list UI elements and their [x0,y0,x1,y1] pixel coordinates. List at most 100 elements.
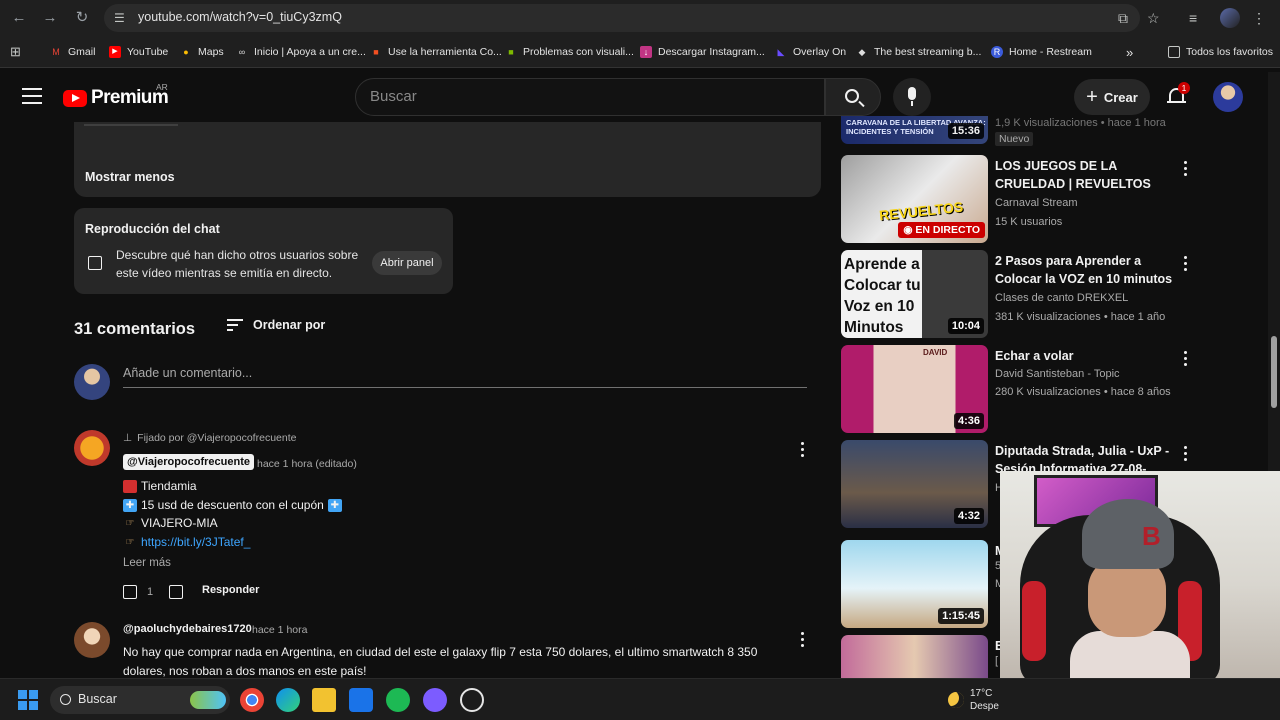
discord-icon[interactable] [423,688,447,712]
url-text[interactable]: youtube.com/watch?v=0_tiuCy3zmQ [138,10,342,24]
recommendation-thumbnail[interactable]: 4:32 [841,440,988,528]
search-input[interactable] [370,88,810,105]
search-button[interactable] [825,78,881,116]
scrollbar-thumb[interactable] [1271,336,1277,408]
site-info-icon[interactable]: ☰ [114,10,130,26]
forward-arrow-icon[interactable]: → [40,8,60,28]
windows-taskbar: 17°C Despe [0,678,1280,720]
red-square-icon [123,479,137,493]
browser-menu-icon[interactable]: ⋮ [1252,8,1266,28]
comment-menu-icon[interactable] [801,632,805,648]
diamond-icon: ◆ [858,47,866,57]
bookmark-star-icon[interactable]: ☆ [1147,8,1160,28]
bookmark-gmail[interactable]: M Gmail [50,44,95,60]
comment-author-avatar[interactable] [74,622,110,658]
comment-time[interactable]: hace 1 hora [252,624,307,636]
recommendation-thumbnail[interactable]: 1:15:45 [841,540,988,628]
recommendation-menu-icon[interactable] [1184,256,1188,272]
restream-icon: R [991,46,1003,58]
all-bookmarks[interactable]: Todos los favoritos [1168,44,1273,60]
comment-author-handle[interactable]: @paoluchydebaires1720 [123,623,252,635]
edge-taskbar-icon[interactable] [276,688,300,712]
back-arrow-icon[interactable]: ← [9,8,29,28]
microsoft-icon: ■ [373,47,379,57]
recommendation-channel[interactable]: Clases de canto DREKXEL [995,292,1128,304]
file-explorer-icon[interactable] [312,688,336,712]
recommendation-channel[interactable]: David Santisteban - Topic [995,368,1120,380]
outlook-icon[interactable] [349,688,373,712]
pointing-hand-icon: ☞ [125,517,135,529]
bookmark-youtube[interactable]: ▶ YouTube [109,44,168,60]
recommendation-channel[interactable]: [ [995,655,998,667]
bookmark-apoya[interactable]: ∞ Inicio | Apoya a un cre... [236,44,366,60]
bookmarks-bar: ⊞ M Gmail ▶ YouTube ● Maps ∞ Inicio | Apoya … [0,36,1280,68]
reload-icon[interactable]: ↻ [72,8,92,28]
bookmarks-overflow-icon[interactable]: » [1126,44,1133,60]
show-less-button[interactable]: Mostrar menos [85,170,175,184]
bookmark-overlay[interactable]: ◣ Overlay On [775,44,847,60]
bookmark-label: Home - Restream [1009,46,1092,58]
youtube-premium-logo[interactable]: Premium AR [63,82,169,109]
chrome-taskbar-icon[interactable] [240,688,264,712]
taskbar-search-input[interactable] [78,692,188,706]
bookmark-maps[interactable]: ● Maps [180,44,223,60]
search-highlight-icon[interactable] [190,691,226,709]
recommendation-item[interactable]: REVUELTOS ◉ EN DIRECTO LOS JUEGOS DE LA … [841,155,1189,243]
pointing-hand-icon: ☞ [125,536,135,548]
recommendation-menu-icon[interactable] [1184,446,1188,462]
bookmark-label: Gmail [68,46,96,58]
install-app-icon[interactable]: ⧉ [1118,8,1128,28]
recommendation-thumbnail[interactable]: CARAVANA DE LA LIBERTAD AVANZA: INCIDENT… [841,116,988,144]
menu-icon[interactable] [22,88,42,104]
moon-icon [948,692,964,708]
windows-start-icon[interactable] [18,690,38,710]
bookmark-microsoft-1[interactable]: ■ Use la herramienta Co... [370,44,502,60]
obs-icon[interactable] [460,688,484,712]
weather-text: 17°C Despe [970,687,999,713]
create-button[interactable]: + Crear [1074,79,1150,115]
recommendation-thumbnail[interactable] [841,635,988,678]
bookmark-restream[interactable]: R Home - Restream [991,44,1092,60]
recommendation-menu-icon[interactable] [1184,161,1188,177]
read-more-link[interactable]: Leer más [123,557,171,569]
recommendation-thumbnail[interactable]: Aprende a Colocar tu Voz en 10 Minutos 1… [841,250,988,338]
like-icon[interactable] [123,585,137,599]
reading-list-icon[interactable]: ≡ [1189,8,1197,28]
overlay-icon: ◣ [777,47,785,57]
bookmark-streaming[interactable]: ◆ The best streaming b... [856,44,982,60]
recommendation-title[interactable]: 2 Pasos para Aprender a Colocar la VOZ e… [995,252,1173,288]
browser-profile-avatar[interactable] [1220,8,1240,28]
spotify-icon[interactable] [386,688,410,712]
recommendation-title[interactable]: LOS JUEGOS DE LA CRUELDAD | REVUELTOS [995,157,1173,193]
bookmark-label: Inicio | Apoya a un cre... [254,46,366,58]
reply-button[interactable]: Responder [202,584,259,596]
apps-grid-icon[interactable]: ⊞ [10,44,21,60]
chat-icon [88,256,102,270]
comment-author-avatar[interactable] [74,430,110,466]
pinned-label: ⊥ Fijado por @Viajeropocofrecuente [123,432,296,444]
youtube-header: Premium AR + Crear 1 [0,72,1280,122]
account-avatar[interactable] [1213,82,1243,112]
address-bar[interactable]: ☰ youtube.com/watch?v=0_tiuCy3zmQ [104,4,1140,32]
comment-link[interactable]: https://bit.ly/3JTatef_ [141,535,250,549]
sort-by-button[interactable]: Ordenar por [227,318,325,332]
recommendation-item[interactable]: Aprende a Colocar tu Voz en 10 Minutos 1… [841,250,1189,338]
recommendation-title[interactable]: Echar a volar [995,347,1173,365]
bookmark-instagram[interactable]: ↓ Descargar Instagram... [640,44,765,60]
recommendation-item[interactable]: DAVID 4:36 Echar a volar David Santisteb… [841,345,1189,433]
chat-replay-title: Reproducción del chat [85,222,220,236]
recommendation-thumbnail[interactable]: REVUELTOS ◉ EN DIRECTO [841,155,988,243]
recommendation-menu-icon[interactable] [1184,351,1188,367]
open-panel-button[interactable]: Abrir panel [372,251,442,275]
voice-search-button[interactable] [893,78,931,116]
notifications-bell-icon[interactable]: 1 [1167,82,1190,108]
comment-input[interactable] [123,366,807,380]
recommendation-thumbnail[interactable]: DAVID 4:36 [841,345,988,433]
bookmark-microsoft-2[interactable]: ■ Problemas con visuali... [505,44,634,60]
comment-menu-icon[interactable] [801,442,805,458]
comment-author-handle[interactable]: @Viajeropocofrecuente [123,454,255,470]
recommendation-channel[interactable]: Carnaval Stream [995,197,1078,209]
weather-widget[interactable]: 17°C Despe [948,687,999,713]
dislike-icon[interactable] [169,585,184,599]
comment-time[interactable]: hace 1 hora (editado) [257,458,357,470]
